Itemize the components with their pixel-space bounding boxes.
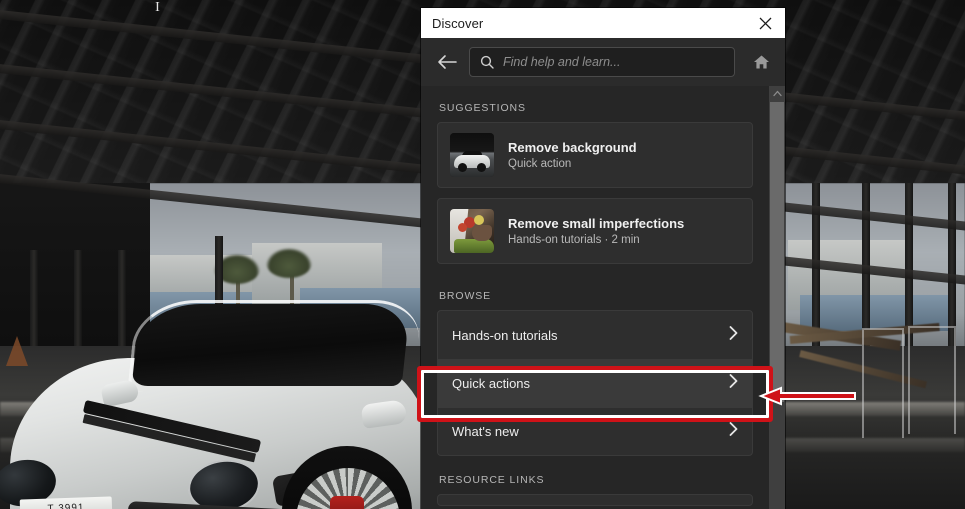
section-header-resource-links: RESOURCE LINKS (439, 474, 545, 486)
text-cursor-ibeam: I (155, 0, 160, 15)
suggestion-subtitle: Quick action (508, 158, 572, 170)
browse-item-label: Hands-on tutorials (452, 327, 558, 343)
panel-content: SUGGESTIONS Remove background Quick acti… (421, 86, 785, 509)
chevron-right-icon (729, 421, 738, 441)
suggestion-card-remove-small-imperfections[interactable]: Remove small imperfections Hands-on tuto… (437, 198, 753, 264)
back-arrow-icon[interactable] (435, 50, 459, 74)
car-brake-caliper (330, 496, 364, 509)
search-input[interactable] (503, 55, 724, 69)
car-roof-edge (127, 300, 423, 392)
resource-links-list-partial[interactable] (437, 494, 753, 506)
section-header-suggestions: SUGGESTIONS (439, 102, 526, 114)
home-icon[interactable] (747, 48, 775, 76)
section-header-browse: BROWSE (439, 290, 492, 302)
suggestion-title: Remove small imperfections (508, 216, 685, 231)
browse-list: Hands-on tutorials Quick actions What's … (437, 310, 753, 456)
browse-item-label: Quick actions (452, 375, 531, 391)
chevron-up-icon[interactable] (769, 86, 785, 101)
browse-item-hands-on-tutorials[interactable]: Hands-on tutorials (438, 311, 752, 359)
scrollbar-thumb[interactable] (770, 102, 784, 402)
browse-item-label: What's new (452, 423, 519, 439)
railing-2 (908, 326, 956, 434)
search-icon (480, 55, 494, 69)
scrollable-list: SUGGESTIONS Remove background Quick acti… (421, 86, 769, 509)
suggestion-subtitle: Hands-on tutorials · 2 min (508, 234, 640, 246)
discover-panel: Discover Find help and learn... SUGGESTI… (421, 8, 785, 509)
railing-1 (862, 328, 904, 438)
porsche-car-thumbnail (450, 133, 494, 177)
suggestion-card-remove-background[interactable]: Remove background Quick action (437, 122, 753, 188)
palm-canopy-2 (266, 248, 312, 278)
scrollbar-track[interactable] (769, 86, 785, 509)
browse-item-quick-actions[interactable]: Quick actions (438, 359, 752, 407)
search-toolbar (421, 38, 785, 86)
chevron-right-icon (729, 373, 738, 393)
food-preparation-thumbnail (450, 209, 494, 253)
chevron-right-icon (729, 325, 738, 345)
car-license-plate: T 3991 (19, 496, 113, 509)
browse-item-whats-new[interactable]: What's new (438, 407, 752, 455)
search-input-wrapper[interactable] (469, 47, 735, 77)
suggestion-title: Remove background (508, 140, 637, 155)
porsche-car: T 3991 (0, 300, 430, 509)
panel-titlebar: Discover (421, 8, 785, 38)
close-icon[interactable] (754, 12, 776, 34)
panel-title: Discover (432, 15, 484, 31)
